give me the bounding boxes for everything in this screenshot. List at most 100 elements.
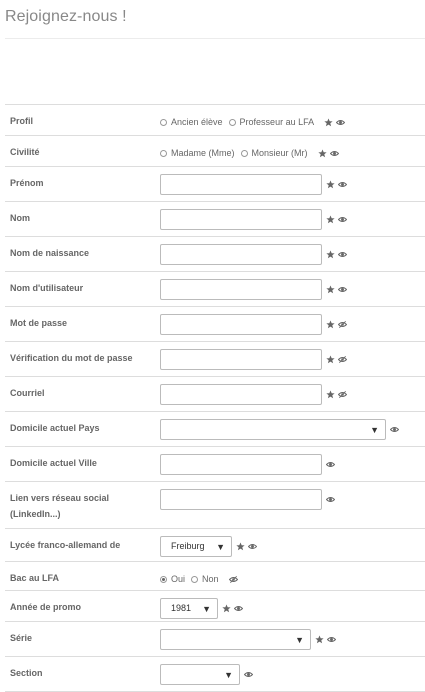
eye-icon[interactable] (338, 250, 347, 259)
form-row-nom-de-naissance: Nom de naissance (5, 237, 425, 272)
radio-circle[interactable] (160, 575, 167, 583)
field-control-group (160, 243, 347, 265)
form-row-verification-du-mot-de-passe: Vérification du mot de passe (5, 342, 425, 377)
field-label: Domicile actuel Pays (10, 423, 100, 433)
field-status-icons (326, 495, 335, 504)
eye-icon[interactable] (338, 180, 347, 189)
serie-select[interactable]: ▼ (160, 628, 311, 650)
eye-slash-icon[interactable] (338, 390, 347, 399)
radio-label: Ancien élève (171, 117, 223, 127)
form-row-lien-vers-reseau-social-linkedin: Lien vers réseau social (LinkedIn...) (5, 482, 425, 529)
star-icon (317, 148, 327, 158)
star-icon (315, 634, 324, 644)
verification-du-mot-de-passe-input[interactable] (160, 348, 322, 370)
nom-d-utilisateur-input[interactable] (160, 278, 322, 300)
field-control-group (160, 208, 347, 230)
eye-icon[interactable] (234, 604, 243, 613)
form-row-lycee-franco-allemand-de: Lycée franco-allemand de Freiburg ▼ (5, 529, 425, 562)
eye-icon[interactable] (244, 670, 253, 679)
star-icon (326, 249, 335, 259)
nom-de-naissance-input[interactable] (160, 243, 322, 265)
field-label: Prénom (10, 178, 44, 188)
star-icon (326, 214, 335, 224)
star-icon (326, 319, 335, 329)
eye-slash-icon[interactable] (228, 575, 238, 584)
field-control-group (160, 453, 335, 475)
radio-circle[interactable] (228, 118, 236, 126)
field-status-icons (326, 460, 335, 469)
select-value: Freiburg (171, 541, 205, 551)
eye-icon[interactable] (329, 149, 339, 158)
field-control-group (160, 348, 347, 370)
eye-slash-icon[interactable] (338, 320, 347, 329)
eye-icon[interactable] (390, 425, 399, 434)
domicile-actuel-pays-select[interactable]: ▼ (160, 418, 386, 440)
field-label: Civilité (10, 147, 40, 157)
prenom-input[interactable] (160, 173, 322, 195)
field-status-icons (326, 214, 347, 224)
radio-madame-mme[interactable]: Madame (Mme) (160, 148, 235, 158)
radio-label: Madame (Mme) (171, 148, 235, 158)
radio-monsieur-mr[interactable]: Monsieur (Mr) (240, 148, 308, 158)
eye-icon[interactable] (248, 542, 257, 551)
field-status-icons (326, 389, 347, 399)
radio-oui[interactable]: Oui (160, 574, 185, 584)
field-control-group (160, 383, 347, 405)
field-label: Profil (10, 116, 34, 126)
field-control-group: Oui Non (160, 568, 238, 590)
eye-icon[interactable] (336, 118, 346, 127)
field-status-icons (244, 670, 253, 679)
lycee-franco-allemand-de-select[interactable]: Freiburg ▼ (160, 535, 232, 557)
star-icon (326, 284, 335, 294)
star-icon (326, 389, 335, 399)
mot-de-passe-input[interactable] (160, 313, 322, 335)
lien-vers-reseau-social-linkedin-input[interactable] (160, 488, 322, 510)
radio-label: Monsieur (Mr) (251, 148, 308, 158)
form-row-serie: Série ▼ (5, 622, 425, 657)
field-label: Nom d'utilisateur (10, 283, 84, 293)
field-status-icons (324, 117, 346, 127)
radio-circle[interactable] (191, 575, 199, 583)
signup-form: Profil Ancien élève Professeur au LFA Civil… (5, 104, 425, 692)
radio-circle[interactable] (160, 149, 167, 157)
eye-slash-icon[interactable] (338, 355, 347, 364)
eye-icon[interactable] (338, 285, 347, 294)
star-icon (324, 117, 333, 127)
eye-icon[interactable] (338, 215, 347, 224)
star-icon (326, 354, 335, 364)
eye-icon[interactable] (326, 495, 335, 504)
radio-circle[interactable] (240, 149, 248, 157)
signup-page: Rejoignez-nous ! Profil Ancien élève Profe… (0, 0, 425, 692)
caret-down-icon: ▼ (216, 541, 225, 552)
form-row-civilite: Civilité Madame (Mme) Monsieur (Mr) (5, 136, 425, 167)
radio-ancien-eleve[interactable]: Ancien élève (160, 117, 223, 127)
courriel-input[interactable] (160, 383, 322, 405)
field-label: Vérification du mot de passe (10, 353, 133, 363)
star-icon (236, 541, 245, 551)
eye-icon[interactable] (327, 635, 336, 644)
field-status-icons (315, 634, 336, 644)
field-status-icons (326, 179, 347, 189)
field-control-group (160, 488, 335, 510)
field-control-group: 1981 ▼ (160, 597, 243, 619)
star-icon (326, 179, 335, 189)
field-control-group: Madame (Mme) Monsieur (Mr) (160, 142, 339, 164)
page-title: Rejoignez-nous ! (5, 8, 127, 25)
domicile-actuel-ville-input[interactable] (160, 453, 322, 475)
caret-down-icon: ▼ (295, 634, 304, 645)
field-label: Série (10, 633, 33, 643)
form-row-nom-d-utilisateur: Nom d'utilisateur (5, 272, 425, 307)
field-label: Mot de passe (10, 318, 68, 328)
annee-de-promo-select[interactable]: 1981 ▼ (160, 597, 218, 619)
form-row-nom: Nom (5, 202, 425, 237)
eye-icon[interactable] (326, 460, 335, 469)
form-row-bac-au-lfa: Bac au LFA Oui Non (5, 562, 425, 591)
field-label: Lycée franco-allemand de (10, 540, 121, 550)
radio-professeur-au-lfa[interactable]: Professeur au LFA (228, 117, 314, 127)
form-row-section: Section ▼ (5, 657, 425, 692)
radio-non[interactable]: Non (191, 574, 219, 584)
section-select[interactable]: ▼ (160, 663, 240, 685)
field-status-icons (222, 603, 243, 613)
radio-circle[interactable] (160, 118, 167, 126)
nom-input[interactable] (160, 208, 322, 230)
